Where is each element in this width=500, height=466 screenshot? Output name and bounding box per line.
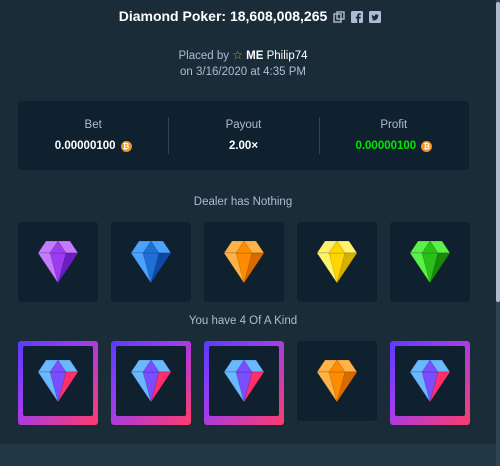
star-icon: ☆ <box>232 48 243 62</box>
payout-stat: Payout 2.00× <box>168 101 318 170</box>
footer-bar <box>0 444 496 466</box>
dealer-gem-card <box>297 222 377 302</box>
orange-gem-icon <box>311 356 363 406</box>
blue-gem-icon <box>125 237 177 287</box>
green-gem-icon <box>404 237 456 287</box>
yellow-gem-icon <box>311 237 363 287</box>
bet-header: Diamond Poker: 18,608,008,265 <box>0 0 500 32</box>
facebook-icon[interactable] <box>351 10 364 23</box>
copy-icon[interactable] <box>333 10 345 23</box>
player-gem-card <box>18 341 98 425</box>
bet-amount: 0.00000100 <box>54 140 116 152</box>
orange-gem-icon <box>218 237 270 287</box>
player-gem-card <box>390 341 470 425</box>
dealer-result-title: Dealer has Nothing <box>193 196 293 208</box>
dealer-gem-card <box>204 222 284 302</box>
bet-label: Bet <box>84 119 102 131</box>
payout-label: Payout <box>225 119 262 131</box>
pink-gem-icon <box>125 356 177 406</box>
winning-card-inner <box>395 346 465 416</box>
bet-stat: Bet 0.00000100 ₿ <box>18 101 168 170</box>
player-gem-card <box>297 341 377 421</box>
winning-card-inner <box>23 346 93 416</box>
scrollbar-thumb[interactable] <box>496 2 500 302</box>
bet-title: Diamond Poker: 18,608,008,265 <box>118 8 328 24</box>
winning-card-inner <box>116 346 186 416</box>
player-result-title: You have 4 Of A Kind <box>188 315 298 327</box>
username-link[interactable]: Philip74 <box>267 50 308 62</box>
bitcoin-icon: ₿ <box>120 140 132 152</box>
winning-card-inner <box>209 346 279 416</box>
profit-label: Profit <box>380 119 408 131</box>
dealer-gem-card <box>390 222 470 302</box>
placed-by-line: Placed by ☆ ME Philip74 <box>0 47 486 64</box>
dealer-gem-card <box>18 222 98 302</box>
twitter-icon[interactable] <box>369 10 382 23</box>
pink-gem-icon <box>218 356 270 406</box>
profit-value: 0.00000100 ₿ <box>355 140 433 152</box>
placed-date: on 3/16/2020 at 4:35 PM <box>180 66 306 78</box>
payout-value: 2.00× <box>228 140 259 152</box>
bet-value: 0.00000100 ₿ <box>55 140 132 152</box>
bet-stats-panel: Bet 0.00000100 ₿ Payout 2.00× Profit 0.0… <box>18 101 469 170</box>
pink-gem-icon <box>404 356 456 406</box>
player-gem-card <box>204 341 284 425</box>
profit-amount: 0.00000100 <box>355 140 417 152</box>
player-gem-card <box>111 341 191 425</box>
purple-gem-icon <box>32 237 84 287</box>
pink-gem-icon <box>32 356 84 406</box>
placed-by-info: Placed by ☆ ME Philip74 on 3/16/2020 at … <box>0 47 486 80</box>
scrollbar[interactable] <box>496 0 500 466</box>
user-rank: ME <box>246 50 264 62</box>
dealer-gem-card <box>111 222 191 302</box>
bitcoin-icon: ₿ <box>421 140 433 152</box>
profit-stat: Profit 0.00000100 ₿ <box>318 101 469 170</box>
placed-by-prefix: Placed by <box>178 50 229 62</box>
